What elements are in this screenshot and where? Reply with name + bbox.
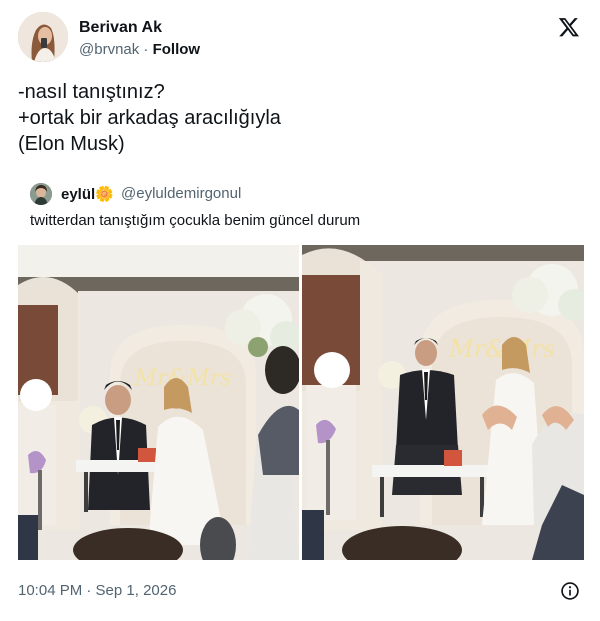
- neon-sign-text: Mr&Mrs: [448, 335, 555, 363]
- tweet-line: +ortak bir arkadaş aracılığıyla: [18, 107, 281, 129]
- quoted-author-handle: @eyluldemirgonul: [121, 185, 242, 202]
- tweet-text: -nasıl tanıştınız? +ortak bir arkadaş ar…: [18, 79, 578, 157]
- quoted-photo-2[interactable]: Mr&Mrs: [302, 245, 584, 560]
- author-avatar[interactable]: [18, 12, 68, 62]
- quoted-author-name: eylül🌼: [61, 186, 114, 203]
- follow-button[interactable]: Follow: [153, 41, 201, 58]
- quoted-tweet[interactable]: eylül🌼 @eyluldemirgonul twitterdan tanış…: [18, 175, 584, 565]
- handle-separator: ·: [139, 41, 153, 58]
- author-handle-row: @brvnak · Follow: [79, 41, 200, 58]
- tweet-line: (Elon Musk): [18, 133, 125, 155]
- author-name[interactable]: Berivan Ak: [79, 19, 162, 37]
- tweet-line: -nasıl tanıştınız?: [18, 81, 165, 103]
- flower-emoji-icon: 🌼: [95, 186, 114, 203]
- quoted-photo-1[interactable]: Mr&Mrs: [18, 245, 299, 560]
- quoted-text: twitterdan tanıştığım çocukla benim günc…: [30, 212, 361, 229]
- tweet-timestamp[interactable]: 10:04 PM · Sep 1, 2026: [18, 582, 176, 599]
- x-logo-icon[interactable]: [558, 16, 580, 38]
- info-icon[interactable]: [560, 581, 580, 601]
- quoted-author-avatar: [30, 183, 52, 205]
- author-handle[interactable]: @brvnak: [79, 41, 139, 58]
- tweet-header: Berivan Ak @brvnak · Follow: [18, 12, 584, 64]
